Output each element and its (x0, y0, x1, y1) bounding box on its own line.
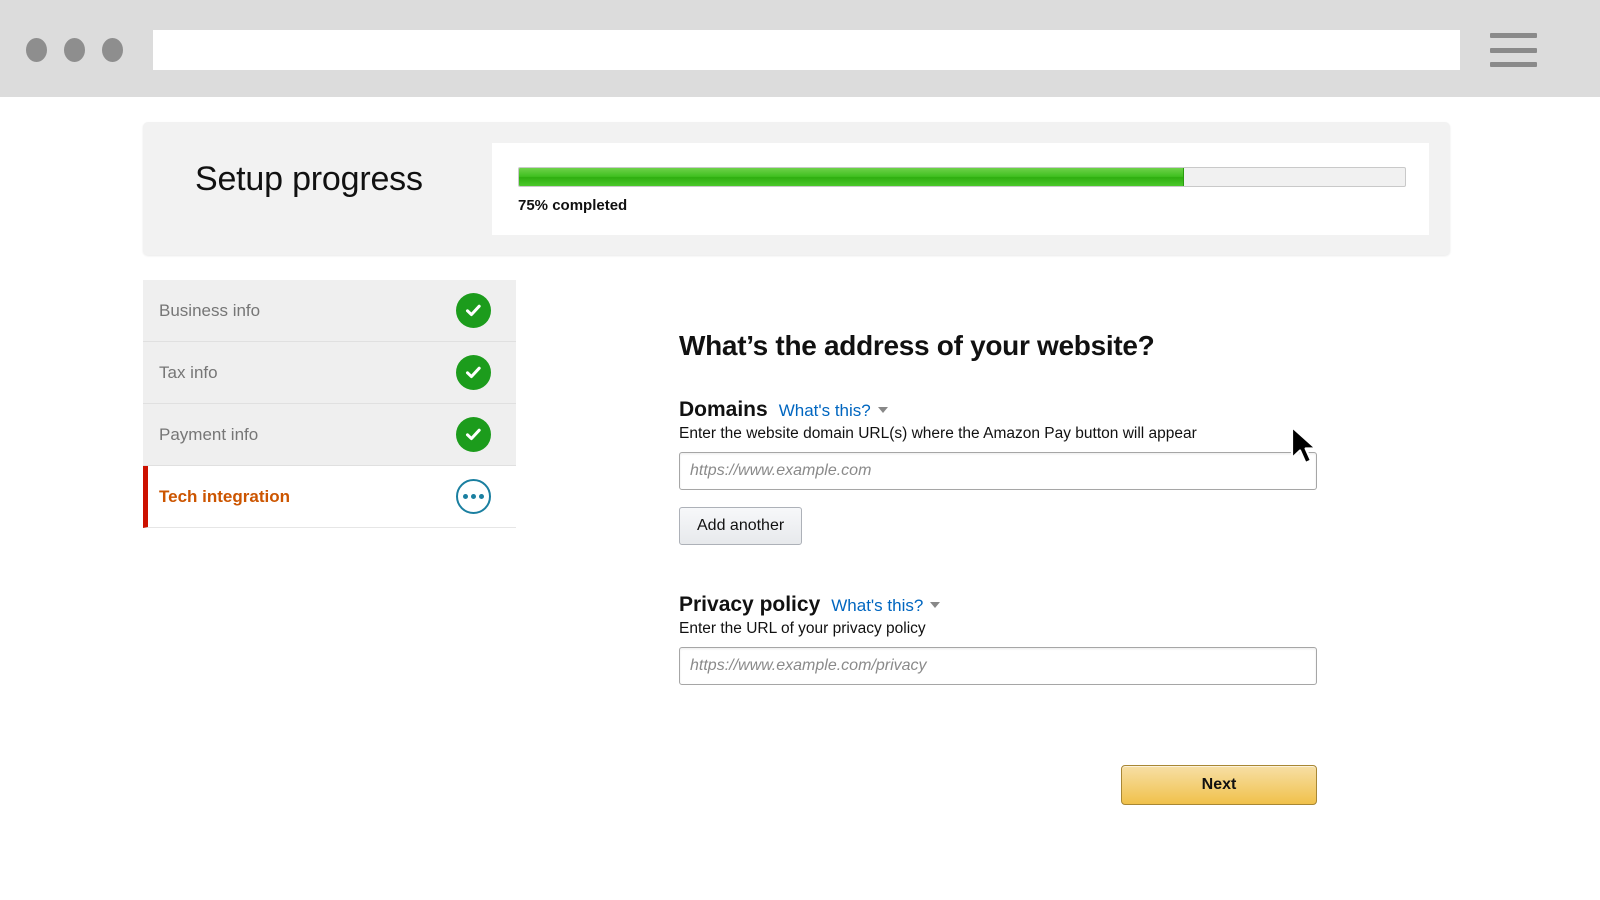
privacy-policy-field-group: Privacy policy What's this? Enter the UR… (679, 593, 1339, 685)
domains-label: Domains (679, 398, 768, 421)
sidebar-item-business-info[interactable]: Business info (143, 280, 516, 342)
check-icon (456, 293, 491, 328)
domains-description: Enter the website domain URL(s) where th… (679, 425, 1197, 442)
menu-bar-1 (1490, 33, 1537, 38)
step-label: Business info (159, 300, 261, 320)
minimize-window-button[interactable] (64, 38, 85, 62)
step-label: Payment info (159, 424, 259, 444)
ellipsis-dot-3 (479, 494, 484, 499)
privacy-help-link[interactable]: What's this? (831, 596, 923, 616)
menu-bar-2 (1490, 47, 1537, 53)
domain-url-input[interactable] (679, 452, 1317, 490)
progress-bar-track (518, 167, 1406, 187)
sidebar-item-payment-info[interactable]: Payment info (143, 404, 516, 466)
close-window-button[interactable] (26, 38, 47, 62)
step-label: Tech integration (159, 486, 290, 506)
check-icon (456, 417, 491, 452)
domains-help-link[interactable]: What's this? (779, 401, 871, 421)
window-controls (26, 38, 123, 62)
ellipsis-dot-2 (471, 494, 476, 499)
chevron-down-icon[interactable] (930, 602, 941, 608)
progress-panel: 75% completed (492, 143, 1429, 235)
step-status-icon (456, 293, 491, 328)
maximize-window-button[interactable] (102, 38, 123, 62)
chevron-down-icon[interactable] (877, 407, 888, 413)
website-address-form: What’s the address of your website? Doma… (679, 330, 1339, 685)
domains-label-row: Domains What's this? (679, 398, 1339, 422)
step-label: Tax info (159, 362, 218, 382)
step-status-icon (456, 355, 491, 390)
privacy-policy-label: Privacy policy (679, 593, 821, 616)
ellipsis-dot-1 (463, 494, 468, 499)
progress-percent-label: 75% completed (518, 197, 628, 214)
browser-chrome (0, 0, 1600, 97)
page-title: Setup progress (195, 160, 423, 198)
ellipsis-icon (456, 479, 491, 514)
step-status-icon (456, 417, 491, 452)
next-button[interactable]: Next (1121, 765, 1317, 805)
privacy-description: Enter the URL of your privacy policy (679, 620, 926, 637)
address-bar-input[interactable] (153, 30, 1460, 70)
setup-progress-card: Setup progress 75% completed (143, 122, 1450, 255)
privacy-policy-url-input[interactable] (679, 647, 1317, 685)
check-icon (456, 355, 491, 390)
hamburger-menu-icon[interactable] (1490, 33, 1537, 67)
setup-steps-list: Business info Tax info Payment info Tech… (143, 280, 516, 528)
step-status-icon (456, 479, 491, 514)
progress-bar-fill (519, 168, 1184, 186)
menu-bar-3 (1490, 62, 1537, 67)
sidebar-item-tech-integration[interactable]: Tech integration (143, 466, 516, 528)
domains-field-group: Domains What's this? Enter the website d… (679, 398, 1339, 545)
privacy-label-row: Privacy policy What's this? (679, 593, 1339, 617)
form-heading: What’s the address of your website? (679, 330, 1155, 361)
add-another-domain-button[interactable]: Add another (679, 507, 803, 545)
sidebar-item-tax-info[interactable]: Tax info (143, 342, 516, 404)
